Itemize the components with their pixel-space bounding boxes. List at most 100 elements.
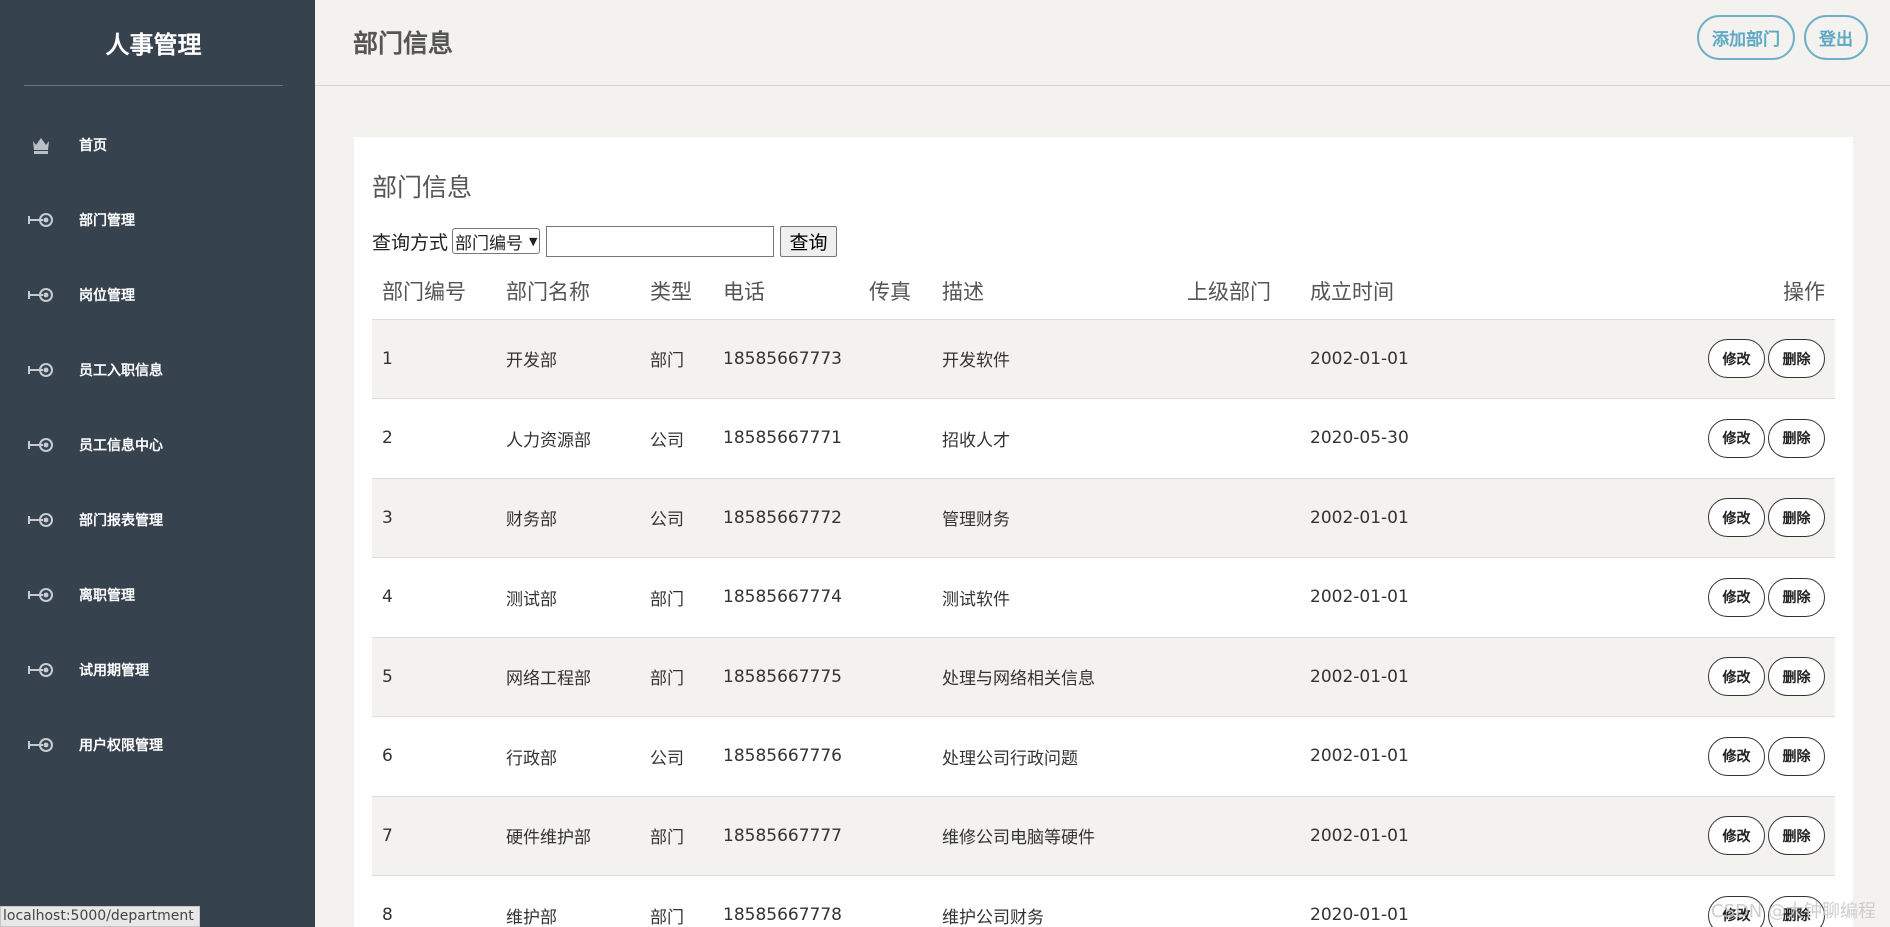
- top-header: 部门信息 添加部门 登出: [315, 0, 1890, 86]
- sidebar-item-8[interactable]: 用户权限管理: [0, 707, 315, 782]
- column-header: 类型: [640, 263, 713, 320]
- search-mode-select[interactable]: 部门编号 ▼: [452, 228, 541, 254]
- edit-button[interactable]: 修改: [1708, 657, 1765, 697]
- arrow-circle-icon: [27, 510, 55, 530]
- cell-parent: [1177, 557, 1300, 638]
- app-root: 人事管理 首页部门管理岗位管理员工入职信息员工信息中心部门报表管理 离职管理试用期…: [0, 0, 1890, 927]
- column-header: 成立时间: [1300, 263, 1450, 320]
- edit-button[interactable]: 修改: [1708, 736, 1765, 776]
- brand-title: 人事管理: [24, 0, 283, 86]
- cell-fax: [859, 478, 932, 558]
- cell-desc: 维修公司电脑等硬件: [932, 796, 1177, 876]
- column-header: 传真: [859, 263, 932, 320]
- department-table: 部门编号 部门名称 类型 电话 传真 描述 上级部门 成立时间 操作 1 开发部 部门 1858566…: [372, 263, 1835, 927]
- cell-desc: 管理财务: [932, 478, 1177, 558]
- sidebar: 人事管理 首页部门管理岗位管理员工入职信息员工信息中心部门报表管理 离职管理试用期…: [0, 0, 315, 927]
- cell-desc: 测试软件: [932, 557, 1177, 638]
- cell-parent: [1177, 478, 1300, 558]
- cell-desc: 招收人才: [932, 398, 1177, 479]
- sidebar-item-label: 试用期管理: [79, 662, 149, 679]
- cell-type: 部门: [640, 796, 713, 876]
- sidebar-item-0[interactable]: 首页: [0, 107, 315, 182]
- cell-name: 测试部: [496, 557, 640, 638]
- cell-parent: [1177, 875, 1300, 927]
- table-row: 8 维护部 部门 18585667778 维护公司财务 2020-01-01 修改 删除: [372, 875, 1835, 927]
- table-row: 2 人力资源部 公司 18585667771 招收人才 2020-05-30 修改 删除: [372, 398, 1835, 479]
- cell-date: 2002-01-01: [1300, 796, 1450, 876]
- delete-button[interactable]: 删除: [1768, 657, 1825, 697]
- delete-button[interactable]: 删除: [1768, 498, 1825, 538]
- delete-button[interactable]: 删除: [1768, 339, 1825, 379]
- table-row: 1 开发部 部门 18585667773 开发软件 2002-01-01 修改 删除: [372, 319, 1835, 399]
- cell-date: 2002-01-01: [1300, 478, 1450, 558]
- sidebar-item-3[interactable]: 员工入职信息: [0, 332, 315, 407]
- delete-button[interactable]: 删除: [1768, 736, 1825, 776]
- cell-name: 行政部: [496, 716, 640, 797]
- cell-phone: 18585667775: [713, 637, 859, 717]
- search-button[interactable]: 查询: [780, 225, 837, 257]
- cell-id: 7: [372, 796, 496, 876]
- sidebar-item-label: 首页: [79, 137, 107, 154]
- edit-button[interactable]: 修改: [1708, 816, 1765, 856]
- cell-desc: 处理公司行政问题: [932, 716, 1177, 797]
- search-input[interactable]: [546, 225, 775, 257]
- cell-actions: 修改 删除: [1450, 398, 1835, 479]
- cell-fax: [859, 398, 932, 479]
- delete-button[interactable]: 删除: [1768, 577, 1825, 617]
- cell-fax: [859, 875, 932, 927]
- cell-parent: [1177, 637, 1300, 717]
- column-header: 部门编号: [372, 263, 496, 320]
- search-row: 查询方式 部门编号 ▼ 查询: [372, 225, 1835, 257]
- sidebar-item-1[interactable]: 部门管理: [0, 182, 315, 257]
- delete-button[interactable]: 删除: [1768, 418, 1825, 458]
- cell-name: 网络工程部: [496, 637, 640, 717]
- logout-button[interactable]: 登出: [1804, 15, 1868, 60]
- edit-button[interactable]: 修改: [1708, 577, 1765, 617]
- department-card: 部门信息 查询方式 部门编号 ▼ 查询 部门编号 部门名称 类型 电话 传真 描述 上级部门…: [354, 137, 1853, 927]
- arrow-circle-icon: [27, 735, 55, 755]
- cell-id: 3: [372, 478, 496, 558]
- sidebar-item-2[interactable]: 岗位管理: [0, 257, 315, 332]
- cell-date: 2002-01-01: [1300, 716, 1450, 797]
- sidebar-item-5[interactable]: 部门报表管理: [0, 482, 315, 557]
- cell-phone: 18585667773: [713, 319, 859, 399]
- cell-id: 5: [372, 637, 496, 717]
- cell-phone: 18585667778: [713, 875, 859, 927]
- cell-type: 部门: [640, 637, 713, 717]
- edit-button[interactable]: 修改: [1708, 339, 1765, 379]
- cell-id: 6: [372, 716, 496, 797]
- cell-name: 开发部: [496, 319, 640, 399]
- sidebar-item-4[interactable]: 员工信息中心: [0, 407, 315, 482]
- table-row: 5 网络工程部 部门 18585667775 处理与网络相关信息 2002-01-01 修改…: [372, 637, 1835, 717]
- cell-date: 2002-01-01: [1300, 637, 1450, 717]
- cell-actions: 修改 删除: [1450, 637, 1835, 717]
- arrow-circle-icon: [27, 360, 55, 380]
- sidebar-item-label: 员工信息中心: [79, 437, 163, 454]
- delete-button[interactable]: 删除: [1768, 816, 1825, 856]
- column-header: 电话: [713, 263, 859, 320]
- cell-parent: [1177, 398, 1300, 479]
- cell-phone: 18585667774: [713, 557, 859, 638]
- sidebar-item-label: 岗位管理: [79, 287, 135, 304]
- cell-name: 财务部: [496, 478, 640, 558]
- table-row: 6 行政部 公司 18585667776 处理公司行政问题 2002-01-01 修改 删除: [372, 716, 1835, 797]
- column-header: 描述: [932, 263, 1177, 320]
- add-department-button[interactable]: 添加部门: [1697, 15, 1795, 60]
- sidebar-item-6[interactable]: 离职管理: [0, 557, 315, 632]
- cell-type: 部门: [640, 875, 713, 927]
- search-mode-value: 部门编号: [455, 233, 524, 254]
- edit-button[interactable]: 修改: [1708, 418, 1765, 458]
- cell-date: 2020-01-01: [1300, 875, 1450, 927]
- column-header: 部门名称: [496, 263, 640, 320]
- sidebar-item-7[interactable]: 试用期管理: [0, 632, 315, 707]
- arrow-circle-icon: [27, 210, 55, 230]
- edit-button[interactable]: 修改: [1708, 498, 1765, 538]
- cell-type: 部门: [640, 557, 713, 638]
- watermark: CSDN @大钟聊编程: [1710, 901, 1876, 922]
- cell-fax: [859, 319, 932, 399]
- cell-phone: 18585667772: [713, 478, 859, 558]
- table-header-row: 部门编号 部门名称 类型 电话 传真 描述 上级部门 成立时间 操作: [372, 263, 1835, 320]
- cell-date: 2020-05-30: [1300, 398, 1450, 479]
- search-label: 查询方式: [372, 231, 449, 254]
- cell-fax: [859, 557, 932, 638]
